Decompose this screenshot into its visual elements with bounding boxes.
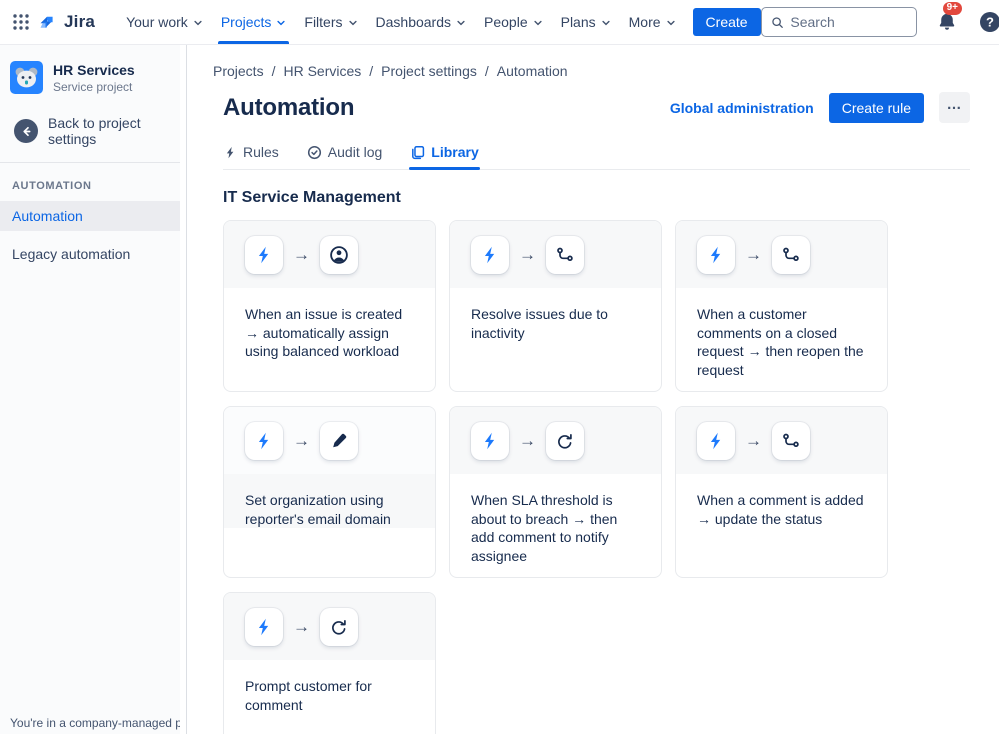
chevron-down-icon bbox=[533, 20, 542, 26]
search-input[interactable] bbox=[790, 14, 907, 30]
nav-item-filters[interactable]: Filters bbox=[295, 0, 366, 44]
chevron-down-icon bbox=[666, 20, 675, 26]
lightning-icon bbox=[245, 235, 283, 274]
sidebar-resize-gutter[interactable] bbox=[180, 44, 187, 734]
lightning-icon bbox=[245, 607, 283, 646]
arrow-right-icon: → bbox=[519, 244, 536, 264]
notification-count-badge: 9+ bbox=[942, 2, 962, 15]
branch-icon bbox=[772, 421, 810, 460]
question-mark-icon: ? bbox=[979, 12, 999, 32]
search-box[interactable] bbox=[760, 7, 917, 37]
template-title: Set organization using reporter's email … bbox=[245, 492, 391, 527]
template-card-grid: → When an issue is created → automatical… bbox=[223, 220, 970, 734]
breadcrumb-hr-services[interactable]: HR Services bbox=[283, 63, 361, 79]
arrow-right-icon: → bbox=[519, 430, 536, 450]
refresh-icon bbox=[320, 607, 358, 646]
breadcrumb-project-settings[interactable]: Project settings bbox=[381, 63, 477, 79]
project-avatar bbox=[10, 61, 43, 94]
sidebar-item-automation[interactable]: Automation bbox=[0, 201, 180, 231]
tab-rules[interactable]: Rules bbox=[223, 140, 280, 169]
global-administration-link[interactable]: Global administration bbox=[670, 100, 814, 116]
create-rule-button[interactable]: Create rule bbox=[828, 92, 924, 123]
lightning-icon bbox=[471, 235, 509, 274]
arrow-right-icon: → bbox=[293, 430, 310, 450]
ellipsis-icon: … bbox=[946, 96, 963, 113]
template-card[interactable]: → When SLA threshold is about to breach … bbox=[449, 406, 662, 578]
back-label: Back to project settings bbox=[48, 115, 141, 147]
user-avatar-icon bbox=[320, 235, 358, 274]
lightning-icon bbox=[245, 421, 283, 460]
project-name: HR Services bbox=[53, 61, 135, 78]
tab-library[interactable]: Library bbox=[409, 140, 481, 170]
main-content: Projects / HR Services / Project setting… bbox=[187, 44, 999, 734]
nav-item-more[interactable]: More bbox=[620, 0, 685, 44]
chevron-down-icon bbox=[348, 20, 357, 26]
breadcrumb-separator: / bbox=[484, 63, 489, 79]
back-to-project-settings[interactable]: Back to project settings bbox=[0, 115, 180, 147]
arrow-right-icon: → bbox=[745, 244, 762, 264]
breadcrumb-separator: / bbox=[369, 63, 374, 79]
create-button[interactable]: Create bbox=[692, 8, 761, 36]
branch-icon bbox=[772, 235, 810, 274]
template-card[interactable]: → Prompt customer for comment bbox=[223, 592, 436, 734]
chevron-down-icon bbox=[602, 20, 610, 26]
svg-text:?: ? bbox=[986, 14, 994, 29]
more-actions-button[interactable]: … bbox=[939, 92, 970, 123]
breadcrumb: Projects / HR Services / Project setting… bbox=[213, 63, 970, 79]
project-sidebar: HR Services Service project Back to proj… bbox=[0, 44, 211, 734]
breadcrumb-separator: / bbox=[271, 63, 276, 79]
breadcrumb-projects[interactable]: Projects bbox=[213, 63, 264, 79]
nav-item-plans[interactable]: Plans bbox=[552, 0, 620, 44]
tab-audit-log[interactable]: Audit log bbox=[306, 140, 383, 169]
help-button[interactable]: ? bbox=[977, 9, 999, 35]
breadcrumb-automation[interactable]: Automation bbox=[497, 63, 568, 79]
chevron-down-icon bbox=[457, 20, 465, 26]
notifications-button[interactable]: 9+ bbox=[934, 2, 962, 35]
project-type: Service project bbox=[53, 79, 133, 94]
lightning-icon bbox=[226, 146, 234, 158]
nav-item-people[interactable]: People bbox=[475, 0, 552, 44]
template-card[interactable]: → When a comment is added → update the s… bbox=[675, 406, 888, 578]
library-copy-icon bbox=[412, 145, 425, 159]
section-title: IT Service Management bbox=[223, 189, 401, 206]
arrow-right-icon: → bbox=[745, 430, 762, 450]
lightning-icon bbox=[697, 235, 735, 274]
template-title: When SLA threshold is about to breach → … bbox=[471, 492, 618, 564]
arrow-right-icon: → bbox=[293, 616, 310, 636]
arrow-right-icon: → bbox=[293, 244, 310, 264]
sidebar-divider bbox=[0, 162, 180, 163]
tab-bar: Rules Audit log Library bbox=[223, 140, 970, 170]
branch-icon bbox=[546, 235, 584, 274]
template-card[interactable]: → Set organization using reporter's emai… bbox=[223, 406, 436, 578]
nav-item-dashboards[interactable]: Dashboards bbox=[367, 0, 476, 44]
jira-logo-text: Jira bbox=[64, 12, 96, 31]
nav-item-your-work[interactable]: Your work bbox=[117, 0, 212, 44]
search-icon bbox=[771, 16, 783, 28]
template-title: When an issue is created → automatically… bbox=[245, 306, 403, 360]
nav-item-projects[interactable]: Projects bbox=[212, 0, 296, 44]
jira-logo-icon bbox=[40, 16, 53, 28]
lightning-icon bbox=[471, 421, 509, 460]
template-title: When a comment is added → update the sta… bbox=[697, 492, 864, 527]
app-switcher-icon[interactable] bbox=[12, 9, 30, 35]
template-card[interactable]: → When an issue is created → automatical… bbox=[223, 220, 436, 392]
project-header: HR Services Service project bbox=[0, 61, 180, 94]
sidebar-item-legacy-automation[interactable]: Legacy automation bbox=[0, 239, 180, 269]
top-navigation-bar: Jira Your work Projects Filters Dashboar… bbox=[0, 0, 999, 44]
chevron-down-icon bbox=[194, 20, 202, 26]
template-title: Resolve issues due to inactivity bbox=[471, 306, 608, 341]
refresh-icon bbox=[546, 421, 584, 460]
pencil-icon bbox=[320, 421, 358, 460]
jira-logo[interactable]: Jira bbox=[36, 10, 95, 34]
audit-check-icon bbox=[307, 145, 321, 159]
chevron-down-icon bbox=[277, 20, 286, 26]
template-title: Prompt customer for comment bbox=[245, 678, 372, 713]
template-card[interactable]: → When a customer comments on a closed r… bbox=[675, 220, 888, 392]
lightning-icon bbox=[697, 421, 735, 460]
page-title: Automation bbox=[223, 93, 355, 121]
template-title: When a customer comments on a closed req… bbox=[697, 306, 864, 378]
template-card[interactable]: → Resolve issues due to inactivity bbox=[449, 220, 662, 392]
back-arrow-icon bbox=[14, 119, 38, 143]
automation-section-header: AUTOMATION bbox=[12, 180, 92, 192]
